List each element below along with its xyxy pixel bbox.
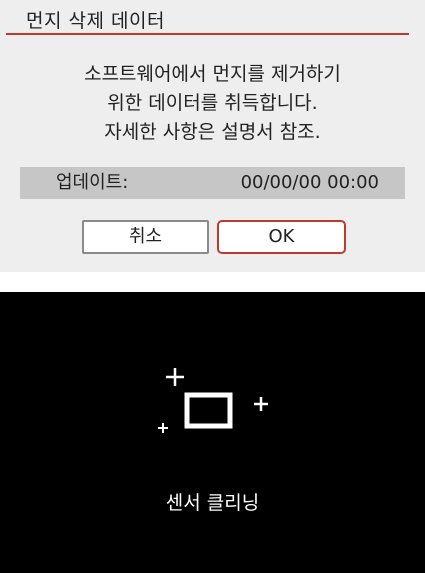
update-timestamp: 00/00/00 00:00 xyxy=(240,172,379,193)
message-line: 자세한 사항은 설명서 참조. xyxy=(104,121,321,143)
dialog-message: 소프트웨어에서 먼지를 제거하기 위한 데이터를 취득합니다. 자세한 사항은 … xyxy=(0,60,425,147)
update-label: 업데이트: xyxy=(56,172,129,193)
sensor-cleaning-screen: 센서 클리닝 xyxy=(0,292,425,573)
message-line: 소프트웨어에서 먼지를 제거하기 xyxy=(84,63,341,85)
update-info-bar: 업데이트: 00/00/00 00:00 xyxy=(20,167,405,199)
cancel-button[interactable]: 취소 xyxy=(82,220,209,254)
title-divider xyxy=(6,33,409,35)
sensor-cleaning-icon xyxy=(158,368,268,433)
message-line: 위한 데이터를 취득합니다. xyxy=(107,92,318,114)
dust-delete-data-dialog: 먼지 삭제 데이터 소프트웨어에서 먼지를 제거하기 위한 데이터를 취득합니다… xyxy=(0,0,425,272)
ok-button[interactable]: OK xyxy=(217,220,346,254)
sensor-cleaning-label: 센서 클리닝 xyxy=(165,492,260,514)
dialog-title: 먼지 삭제 데이터 xyxy=(26,10,165,32)
